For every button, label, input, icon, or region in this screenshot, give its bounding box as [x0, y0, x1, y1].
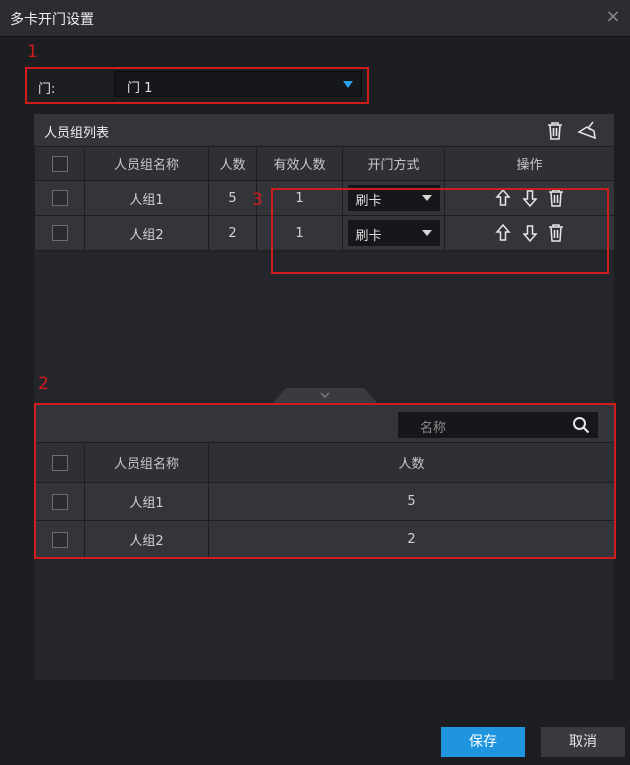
close-icon: ×: [605, 6, 621, 27]
group-name-cell: 人组1: [84, 180, 209, 216]
column-header: 人数: [208, 146, 257, 181]
dropdown-arrow-icon: [343, 81, 353, 88]
annotation-number-2: 2: [38, 374, 49, 394]
select-all-checkbox[interactable]: [51, 155, 68, 172]
checkbox-cell: [34, 215, 85, 251]
annotation-box-3: [271, 188, 609, 274]
group-list-header: 人员组列表: [34, 114, 614, 146]
annotation-number-1: 1: [27, 42, 38, 62]
collapse-handle[interactable]: [272, 388, 378, 404]
select-all-cell[interactable]: [34, 146, 85, 181]
door-select-value: 门 1: [127, 81, 153, 96]
annotation-box-2: [34, 403, 616, 559]
group-list-header-row: 人员组名称 人数 有效人数 开门方式 操作: [34, 146, 615, 181]
cancel-button[interactable]: 取消: [541, 727, 625, 757]
group-list-title: 人员组列表: [44, 126, 110, 141]
count-cell: 5: [208, 180, 257, 216]
count-cell: 2: [208, 215, 257, 251]
group-name-cell: 人组2: [84, 215, 209, 251]
column-header: 操作: [444, 146, 615, 181]
broom-clear-icon[interactable]: [576, 120, 598, 142]
close-button[interactable]: ×: [602, 6, 624, 28]
row-checkbox[interactable]: [51, 225, 68, 241]
door-select[interactable]: 门 1: [114, 71, 362, 97]
column-header: 人员组名称: [84, 146, 209, 181]
title-bar: 多卡开门设置 ×: [0, 0, 630, 37]
row-checkbox[interactable]: [51, 190, 68, 206]
trash-icon[interactable]: [544, 120, 566, 142]
checkbox-cell: [34, 180, 85, 216]
column-header: 有效人数: [256, 146, 343, 181]
save-button[interactable]: 保存: [441, 727, 525, 757]
annotation-number-3: 3: [252, 190, 263, 210]
door-label: 门:: [38, 82, 56, 97]
column-header: 开门方式: [342, 146, 445, 181]
window-title: 多卡开门设置: [10, 12, 94, 28]
